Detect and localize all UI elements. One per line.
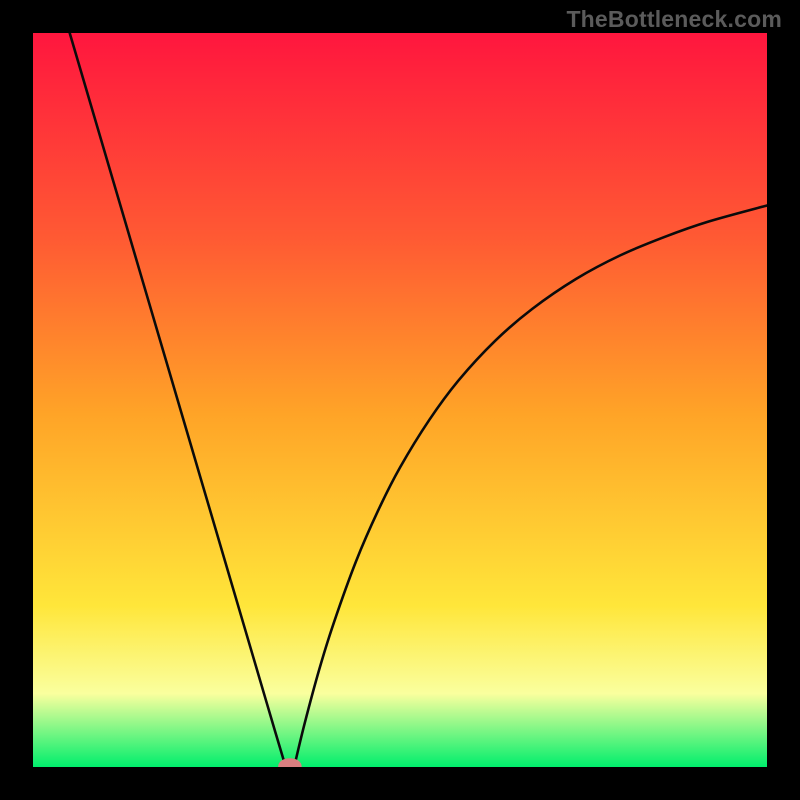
plot-area: [33, 33, 767, 767]
gradient-background: [33, 33, 767, 767]
attribution-watermark: TheBottleneck.com: [566, 6, 782, 33]
chart-svg: [33, 33, 767, 767]
chart-stage: TheBottleneck.com: [0, 0, 800, 800]
